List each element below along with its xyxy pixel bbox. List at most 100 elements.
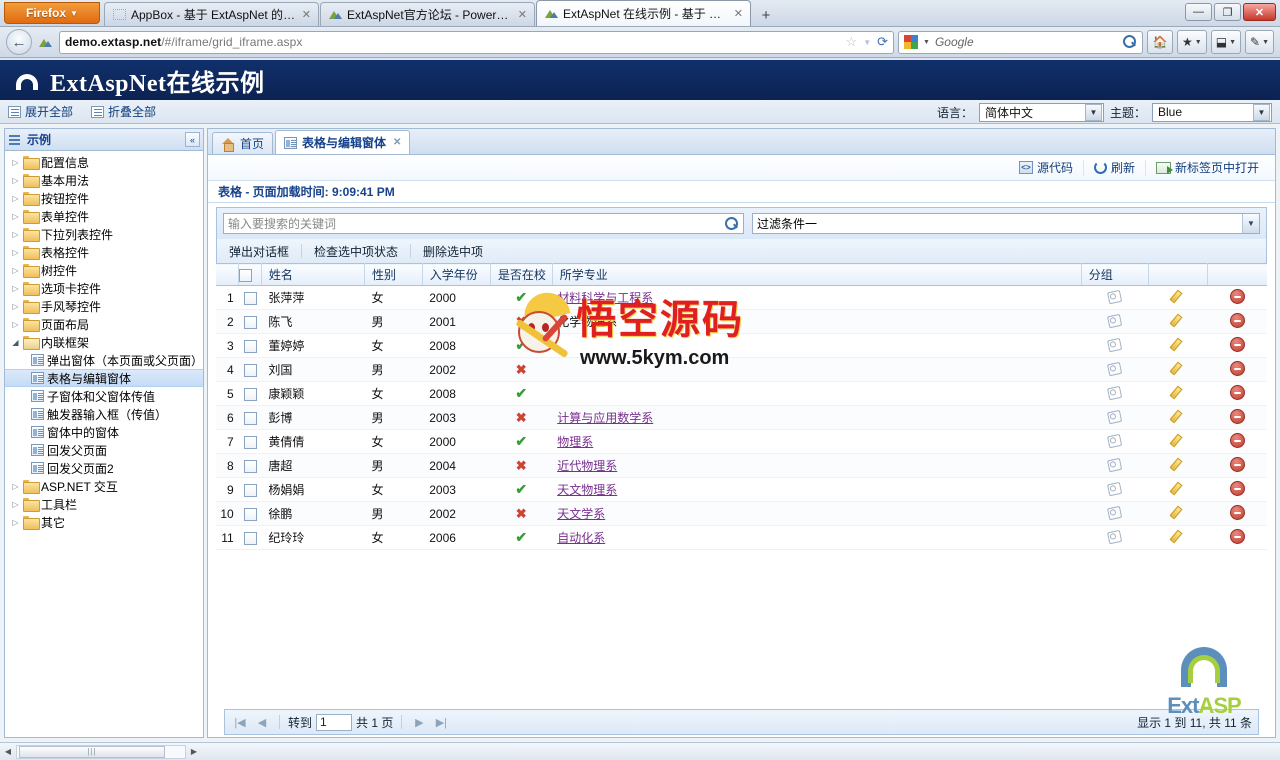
sidebar-item-shoufengqin[interactable]: ▷ 手风琴控件 bbox=[5, 297, 203, 315]
sidebar-item-aspnetjiaohu[interactable]: ▷ ASP.NET 交互 bbox=[5, 477, 203, 495]
cell-delete[interactable] bbox=[1207, 357, 1267, 382]
sidebar-item-biaogeyubianji[interactable]: 表格与编辑窗体 bbox=[5, 369, 203, 387]
delete-icon[interactable] bbox=[1229, 480, 1245, 496]
row-checkbox[interactable] bbox=[243, 291, 257, 305]
pencil-icon[interactable] bbox=[1171, 289, 1185, 303]
cell-edit[interactable] bbox=[1148, 357, 1208, 382]
filter-select[interactable]: 过滤条件一 ▼ bbox=[752, 213, 1260, 234]
sidebar-item-anniukongjian[interactable]: ▷ 按钮控件 bbox=[5, 189, 203, 207]
cell-edit[interactable] bbox=[1148, 501, 1208, 526]
select-all-checkbox[interactable] bbox=[239, 268, 253, 282]
row-checkbox[interactable] bbox=[243, 363, 257, 377]
sidebar-collapse-button[interactable]: « bbox=[185, 132, 200, 147]
delete-icon[interactable] bbox=[1229, 336, 1245, 352]
scroll-left-icon[interactable]: ◀ bbox=[0, 744, 16, 760]
cell-edit[interactable] bbox=[1148, 333, 1208, 358]
last-page-button[interactable]: ▶| bbox=[432, 713, 450, 731]
table-row[interactable]: 9 杨娟娟女 2003 ✔ 天文物理系 bbox=[216, 477, 1267, 502]
cell-major[interactable]: 天文物理系 bbox=[552, 477, 1082, 502]
row-select-cell[interactable] bbox=[238, 405, 262, 430]
collapse-all-button[interactable]: 折叠全部 bbox=[91, 103, 156, 120]
pencil-icon[interactable] bbox=[1171, 361, 1185, 375]
col-group[interactable]: 分组 bbox=[1081, 263, 1149, 286]
pencil-icon[interactable] bbox=[1171, 385, 1185, 399]
search-bar[interactable]: ▼ Google bbox=[898, 30, 1144, 54]
sidebar-item-zichuangti[interactable]: 子窗体和父窗体传值 bbox=[5, 387, 203, 405]
delete-icon[interactable] bbox=[1229, 504, 1245, 520]
restore-button[interactable]: ❐ bbox=[1214, 3, 1241, 21]
sidebar-item-biaogekongjian[interactable]: ▷ 表格控件 bbox=[5, 243, 203, 261]
delete-icon[interactable] bbox=[1229, 288, 1245, 304]
row-select-cell[interactable] bbox=[238, 429, 262, 454]
cell-edit[interactable] bbox=[1148, 429, 1208, 454]
major-link[interactable]: 近代物理系 bbox=[557, 459, 617, 473]
delete-icon[interactable] bbox=[1229, 432, 1245, 448]
delete-icon[interactable] bbox=[1229, 408, 1245, 424]
col-year[interactable]: 入学年份 bbox=[422, 263, 491, 286]
row-select-cell[interactable] bbox=[238, 285, 262, 310]
magnify-icon[interactable] bbox=[725, 216, 739, 231]
cell-major[interactable]: 近代物理系 bbox=[552, 453, 1082, 478]
col-gender[interactable]: 性别 bbox=[364, 263, 423, 286]
table-row[interactable]: 3 董婷婷女 2008 ✔ bbox=[216, 333, 1267, 358]
row-select-cell[interactable] bbox=[238, 477, 262, 502]
row-checkbox[interactable] bbox=[243, 339, 257, 353]
check-selected-button[interactable]: 检查选中项状态 bbox=[302, 244, 412, 259]
close-window-button[interactable]: ✕ bbox=[1243, 3, 1276, 21]
delete-icon[interactable] bbox=[1229, 312, 1245, 328]
sidebar-item-biaodankongjian[interactable]: ▷ 表单控件 bbox=[5, 207, 203, 225]
pencil-icon[interactable] bbox=[1171, 433, 1185, 447]
row-select-cell[interactable] bbox=[238, 309, 262, 334]
table-row[interactable]: 6 彭博男 2003 ✖ 计算与应用数学系 bbox=[216, 405, 1267, 430]
browser-tab-1[interactable]: AppBox - 基于 ExtAspNet 的企业通... ✕ bbox=[104, 2, 319, 26]
close-icon[interactable]: ✕ bbox=[393, 137, 401, 148]
sidebar-item-huifafuyemian2[interactable]: 回发父页面2 bbox=[5, 459, 203, 477]
back-button[interactable]: ← bbox=[6, 29, 32, 55]
cell-delete[interactable] bbox=[1207, 309, 1267, 334]
row-select-cell[interactable] bbox=[238, 453, 262, 478]
pencil-icon[interactable] bbox=[1171, 505, 1185, 519]
firefox-menu-button[interactable]: Firefox ▼ bbox=[4, 2, 100, 24]
row-checkbox[interactable] bbox=[243, 531, 257, 545]
sidebar-item-huifafuyemian[interactable]: 回发父页面 bbox=[5, 441, 203, 459]
delete-icon[interactable] bbox=[1229, 384, 1245, 400]
chevron-down-icon[interactable]: ▼ bbox=[863, 38, 871, 47]
tab-grid-edit-window[interactable]: 表格与编辑窗体 ✕ bbox=[275, 130, 411, 154]
sidebar-item-tanchuchuangti[interactable]: 弹出窗体（本页面或父页面） bbox=[5, 351, 203, 369]
sidebar-item-qita[interactable]: ▷ 其它 bbox=[5, 513, 203, 531]
row-select-cell[interactable] bbox=[238, 525, 262, 550]
pencil-icon[interactable] bbox=[1171, 313, 1185, 327]
cell-major[interactable] bbox=[552, 381, 1082, 406]
language-select[interactable]: 简体中文 ▼ bbox=[978, 102, 1104, 122]
row-checkbox[interactable] bbox=[243, 507, 257, 521]
table-row[interactable]: 4 刘国男 2002 ✖ bbox=[216, 357, 1267, 382]
col-enrolled[interactable]: 是否在校 bbox=[490, 263, 553, 286]
scrollbar-thumb[interactable]: ||| bbox=[19, 745, 165, 758]
cell-delete[interactable] bbox=[1207, 501, 1267, 526]
major-link[interactable]: 材料科学与工程系 bbox=[557, 291, 653, 305]
table-row[interactable]: 10 徐鹏男 2002 ✖ 天文学系 bbox=[216, 501, 1267, 526]
search-icon[interactable] bbox=[1123, 35, 1137, 49]
pencil-icon[interactable] bbox=[1171, 457, 1185, 471]
cell-delete[interactable] bbox=[1207, 285, 1267, 310]
page-number-input[interactable]: 1 bbox=[316, 713, 353, 731]
open-new-tab-button[interactable]: 新标签页中打开 bbox=[1144, 159, 1269, 176]
delete-icon[interactable] bbox=[1229, 456, 1245, 472]
show-dialog-button[interactable]: 弹出对话框 bbox=[217, 244, 303, 259]
cell-major[interactable] bbox=[552, 357, 1082, 382]
cell-delete[interactable] bbox=[1207, 429, 1267, 454]
horizontal-scrollbar[interactable]: ||| bbox=[16, 744, 186, 759]
row-select-cell[interactable] bbox=[238, 357, 262, 382]
prev-page-button[interactable]: ◀ bbox=[253, 713, 271, 731]
scroll-right-icon[interactable]: ▶ bbox=[186, 744, 202, 760]
cell-delete[interactable] bbox=[1207, 381, 1267, 406]
delete-icon[interactable] bbox=[1229, 360, 1245, 376]
major-link[interactable]: 天文学系 bbox=[557, 507, 605, 521]
cell-major[interactable]: 计算与应用数学系 bbox=[552, 405, 1082, 430]
sidebar-item-chuangtizhong[interactable]: 窗体中的窗体 bbox=[5, 423, 203, 441]
browser-tab-3[interactable]: ExtAspNet 在线示例 - 基于 ExtJS 的... ✕ bbox=[536, 0, 751, 26]
sidebar-item-gongjulan[interactable]: ▷ 工具栏 bbox=[5, 495, 203, 513]
table-row[interactable]: 5 康颖颖女 2008 ✔ bbox=[216, 381, 1267, 406]
next-page-button[interactable]: ▶ bbox=[410, 713, 428, 731]
close-icon[interactable]: ✕ bbox=[517, 8, 528, 21]
